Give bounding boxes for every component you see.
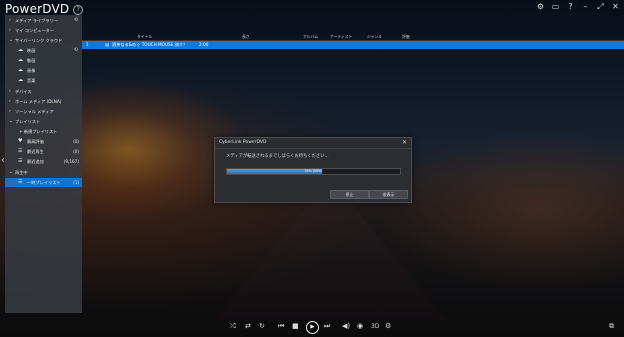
chevron-down-icon: ⌄ — [9, 119, 13, 124]
sidebar-item-cyberlink-cloud[interactable]: ⌄ サイバーリンク クラウド — [5, 36, 82, 45]
previous-icon[interactable]: ⏮ — [278, 322, 284, 331]
dialog-title: CyberLink PowerDVD — [219, 140, 267, 145]
dialog-divider — [215, 148, 411, 149]
cloud-icon: ☁ — [18, 47, 23, 53]
sidebar-item-cloud-movies[interactable]: ☁ 映画 ⟲ — [5, 46, 82, 55]
next-icon[interactable]: ⏭ — [324, 322, 330, 331]
chevron-right-icon: › — [9, 89, 11, 94]
row-title: 酒茶なる&めぐ TOUCH MOUSE 顔介？ — [112, 42, 188, 47]
help-icon[interactable]: ? — [73, 5, 84, 15]
maximize-button[interactable]: ⤢ — [596, 2, 605, 12]
sync-icon[interactable]: ⟲ — [74, 46, 78, 55]
sidebar-item-top-rated[interactable]: ♥ 最高評価 (0) — [5, 137, 82, 146]
sidebar-item-recently-added[interactable]: ☰ 最近追加 (9,167) — [5, 157, 82, 166]
chevron-down-icon: ⌄ — [9, 170, 13, 175]
sidebar-item-my-computer[interactable]: › マイ コンピューター — [5, 26, 82, 35]
app-title-text: PowerDVD — [5, 2, 70, 16]
playback-settings-icon[interactable]: ⚙ — [385, 322, 391, 330]
dialog-message: メディアが転送されるまでしばらくお待ちください... — [226, 154, 329, 159]
transfer-progress-bar: 55% (55%) — [226, 168, 401, 175]
sidebar-item-home-media[interactable]: › ホーム メディア (DLNA) — [5, 97, 82, 106]
chevron-right-icon: › — [9, 18, 11, 23]
column-header-album[interactable]: アルバム — [303, 33, 318, 40]
close-button[interactable]: ✕ — [611, 2, 620, 12]
sidebar-item-now-playing[interactable]: ⌄ 再生中 — [5, 168, 82, 177]
help-button[interactable]: ? — [566, 2, 575, 12]
sidebar-item-playlists[interactable]: ⌄ プレイリスト — [5, 117, 82, 126]
transfer-dialog: CyberLink PowerDVD ✕ メディアが転送されるまでしばらくお待ち… — [214, 137, 412, 203]
cloud-icon: ☁ — [18, 57, 23, 63]
playlist-icon: ☰ — [18, 148, 23, 154]
sidebar-item-social-media[interactable]: › ソーシャル メディア — [5, 107, 82, 116]
column-header-artist[interactable]: アーティスト — [330, 33, 352, 40]
settings-icon[interactable]: ⚙ — [536, 2, 545, 12]
sidebar-item-recently-played[interactable]: ☰ 最近再生 (0) — [5, 147, 82, 156]
column-header-rating[interactable]: 評価 — [402, 33, 410, 40]
chevron-right-icon: › — [9, 99, 11, 104]
heart-icon: ♥ — [18, 138, 23, 144]
sidebar-item-temp-playlist[interactable]: ☰ 一時プレイリスト (1) — [5, 178, 82, 187]
cast-icon[interactable]: ⧉ — [609, 322, 614, 331]
window-controls: ⚙ ▭ ? – ⤢ ✕ — [536, 2, 620, 12]
column-header-length[interactable]: 長さ — [242, 33, 250, 40]
cloud-icon: ☁ — [18, 77, 23, 83]
sidebar-item-cloud-videos[interactable]: ☁ 動画 — [5, 56, 82, 65]
shuffle-icon[interactable]: ⤮ — [230, 322, 236, 331]
chevron-right-icon: › — [9, 28, 11, 33]
dialog-close-icon[interactable]: ✕ — [402, 139, 407, 146]
sidebar-item-new-playlist[interactable]: + 新規プレイリスト — [5, 127, 82, 136]
3d-button[interactable]: 3D — [371, 323, 379, 330]
collapse-sidebar-icon[interactable]: ‹ — [1, 155, 5, 166]
chevron-right-icon: › — [9, 109, 11, 114]
row-index: 1 — [86, 42, 89, 47]
table-row-selected[interactable]: 1 ▤ 酒茶なる&めぐ TOUCH MOUSE 顔介？ 2:00 — [82, 41, 624, 49]
stop-button[interactable]: 停止 — [330, 190, 369, 199]
display-mode-icon[interactable]: ▭ — [551, 2, 560, 12]
table-header: タイトル 長さ アルバム アーティスト ジャンル 評価 — [82, 33, 624, 41]
sidebar-item-media-library[interactable]: › メディア ライブラリー ⟲ — [5, 16, 82, 25]
sidebar-item-cloud-photos[interactable]: ☁ 画像 — [5, 66, 82, 75]
row-length: 2:00 — [199, 42, 209, 47]
sidebar: › メディア ライブラリー ⟲ › マイ コンピューター ⌄ サイバーリンク クラウド … — [5, 15, 82, 313]
playlist-icon: ☰ — [18, 158, 23, 164]
repeat-list-icon[interactable]: ⇄ — [245, 322, 251, 330]
repeat-icon[interactable]: ↻ — [259, 322, 265, 330]
chevron-down-icon: ⌄ — [9, 38, 13, 43]
progress-label: 55% (55%) — [304, 169, 323, 173]
column-header-genre[interactable]: ジャンル — [367, 33, 382, 40]
stop-icon[interactable]: ■ — [292, 322, 299, 330]
column-header-title[interactable]: タイトル — [137, 33, 152, 40]
view-icon[interactable]: ◉ — [357, 322, 363, 330]
sidebar-item-devices[interactable]: › デバイス — [5, 87, 82, 96]
sync-icon[interactable]: ⟲ — [74, 16, 78, 25]
cloud-icon: ☁ — [18, 67, 23, 73]
playlist-icon: ☰ — [18, 179, 23, 185]
play-button[interactable]: ▶ — [306, 321, 319, 334]
minimize-button[interactable]: – — [581, 2, 590, 12]
volume-icon[interactable]: ◀) — [342, 322, 350, 330]
app-title: PowerDVD? — [5, 2, 84, 16]
hide-button[interactable]: 非表示 — [369, 190, 408, 199]
row-media-icon: ▤ — [105, 42, 109, 47]
sidebar-item-cloud-music[interactable]: ☁ 音楽 — [5, 76, 82, 85]
